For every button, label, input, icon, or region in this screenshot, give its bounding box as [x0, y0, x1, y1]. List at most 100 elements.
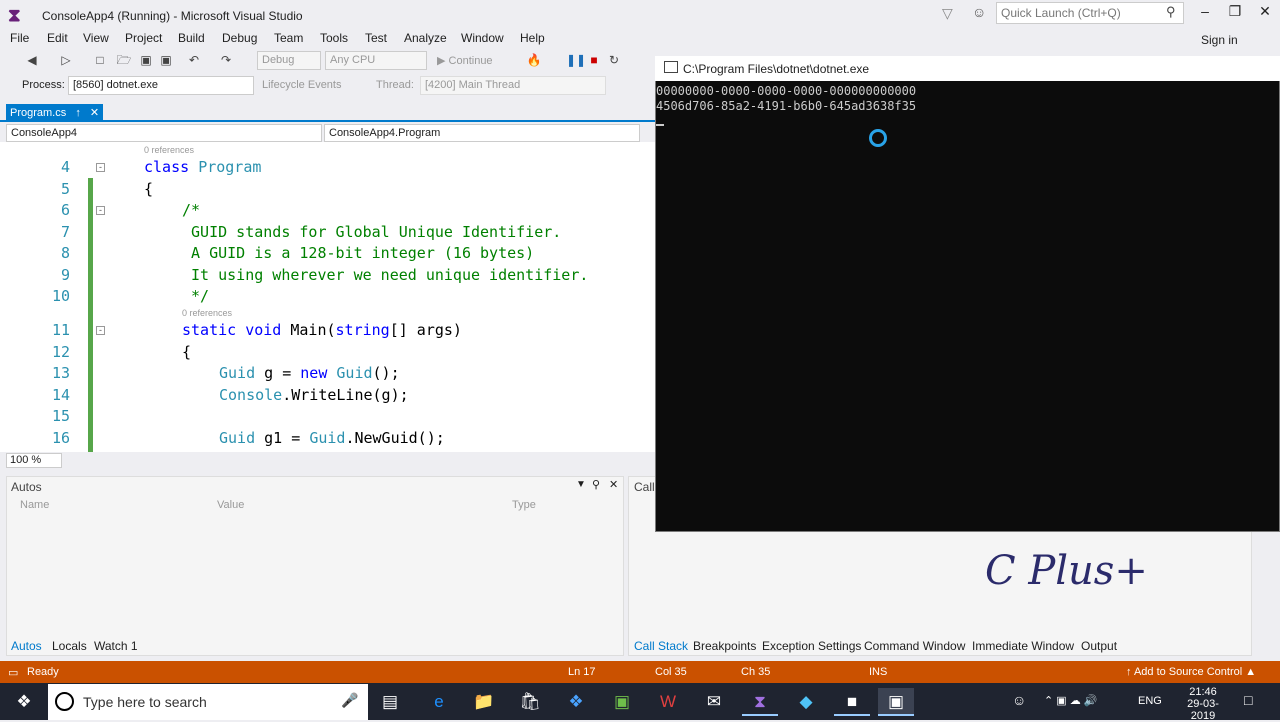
file-explorer-icon[interactable]: 📁 — [466, 688, 502, 716]
notifications-icon[interactable]: □ — [1244, 692, 1252, 708]
pin-icon[interactable]: ⚲ — [592, 478, 600, 491]
process-label: Process: — [22, 79, 65, 91]
tab-command-window[interactable]: Command Window — [864, 639, 965, 653]
windows-start-icon[interactable]: ❖ — [6, 688, 42, 716]
tab-call-stack[interactable]: Call Stack — [634, 639, 688, 653]
column-value: Value — [217, 499, 245, 511]
taskbar-search-input[interactable]: Type here to search — [83, 694, 207, 710]
tab-locals[interactable]: Locals — [52, 639, 87, 653]
people-icon[interactable]: ☺ — [1012, 692, 1026, 708]
save-icon[interactable]: ▣ — [138, 52, 154, 68]
mail-icon[interactable]: ✉ — [696, 688, 732, 716]
code-comment: /* — [182, 201, 201, 219]
line-number: 8 — [60, 244, 70, 262]
forward-icon[interactable]: ▷ — [58, 52, 74, 68]
collapse-icon[interactable]: - — [96, 206, 105, 215]
undo-icon[interactable]: ↶ — [186, 52, 202, 68]
menu-file[interactable]: File — [10, 31, 29, 45]
console-icon — [664, 61, 678, 73]
console-taskbar-icon[interactable]: ■ — [834, 688, 870, 716]
type-name: Guid — [219, 429, 256, 447]
platform-select[interactable]: Any CPU — [325, 51, 427, 70]
continue-button[interactable]: ▶ Continue — [437, 54, 493, 67]
microphone-icon[interactable]: 🎤 — [341, 692, 358, 709]
thread-select[interactable]: [4200] Main Thread — [420, 76, 606, 95]
close-tab-icon[interactable]: ✕ — [90, 107, 99, 119]
feedback-icon[interactable]: ☺ — [972, 4, 986, 20]
menu-debug[interactable]: Debug — [222, 31, 257, 45]
menu-tools[interactable]: Tools — [320, 31, 348, 45]
menu-analyze[interactable]: Analyze — [404, 31, 447, 45]
visual-studio-taskbar-icon[interactable]: ⧗ — [742, 688, 778, 716]
collapse-icon[interactable]: - — [96, 163, 105, 172]
save-all-icon[interactable]: ▣ — [158, 52, 174, 68]
language-indicator[interactable]: ENG — [1138, 695, 1162, 707]
autos-title: Autos — [11, 480, 42, 494]
tab-exception-settings[interactable]: Exception Settings — [762, 639, 861, 653]
code-text: g = — [255, 364, 301, 382]
main-references-lens[interactable]: 0 references — [182, 308, 232, 318]
tab-autos[interactable]: Autos — [11, 639, 42, 653]
back-icon[interactable]: ◀ — [24, 52, 40, 68]
tab-immediate-window[interactable]: Immediate Window — [972, 639, 1074, 653]
system-tray-icons[interactable]: ⌃ ▣ ☁ 🔊 — [1044, 694, 1097, 707]
store-icon[interactable]: 🛍 — [512, 688, 548, 716]
menu-view[interactable]: View — [83, 31, 109, 45]
clock[interactable]: 21:46 29-03-2019 — [1175, 686, 1231, 722]
menu-test[interactable]: Test — [365, 31, 387, 45]
recorder-taskbar-icon[interactable]: ▣ — [878, 688, 914, 716]
minimize-icon[interactable]: – — [1190, 3, 1220, 23]
code-editor[interactable] — [0, 142, 656, 452]
hot-reload-icon[interactable]: 🔥 — [526, 52, 542, 68]
menu-team[interactable]: Team — [274, 31, 303, 45]
stop-icon[interactable]: ■ — [586, 52, 602, 68]
busy-cursor-icon — [869, 129, 887, 147]
search-icon[interactable]: ⚲ — [1166, 4, 1176, 20]
line-number: 15 — [51, 407, 70, 425]
restore-icon[interactable]: ❐ — [1220, 3, 1250, 23]
menu-window[interactable]: Window — [461, 31, 504, 45]
tab-breakpoints[interactable]: Breakpoints — [693, 639, 756, 653]
menu-help[interactable]: Help — [520, 31, 545, 45]
blend-icon[interactable]: ◆ — [788, 688, 824, 716]
zoom-select[interactable]: 100 % — [6, 453, 62, 468]
app-icon[interactable]: ▣ — [604, 688, 640, 716]
project-navigation-dropdown[interactable]: ConsoleApp4 — [6, 124, 322, 142]
pin-icon[interactable]: ↑ — [75, 107, 81, 119]
tab-output[interactable]: Output — [1081, 639, 1117, 653]
source-control-button[interactable]: ↑ Add to Source Control ▲ — [1126, 666, 1256, 678]
sign-in-link[interactable]: Sign in — [1201, 33, 1238, 47]
quick-launch-input[interactable]: Quick Launch (Ctrl+Q) — [996, 2, 1184, 24]
collapse-icon[interactable]: - — [96, 326, 105, 335]
class-navigation-dropdown[interactable]: ConsoleApp4.Program — [324, 124, 640, 142]
tab-watch-1[interactable]: Watch 1 — [94, 639, 138, 653]
menu-project[interactable]: Project — [125, 31, 162, 45]
open-folder-icon[interactable]: 🗁 — [116, 52, 132, 68]
dropbox-icon[interactable]: ❖ — [558, 688, 594, 716]
pause-icon[interactable]: ❚❚ — [566, 52, 586, 68]
configuration-select[interactable]: Debug — [257, 51, 321, 70]
dropdown-icon[interactable]: ▼ — [576, 479, 586, 490]
tab-program-cs[interactable]: Program.cs ↑ ✕ — [6, 104, 104, 122]
notification-filter-icon[interactable]: ▽ — [942, 5, 958, 21]
lifecycle-events-dropdown[interactable]: Lifecycle Events — [262, 79, 341, 91]
close-panel-icon[interactable]: ✕ — [609, 478, 618, 491]
task-view-icon[interactable]: ▤ — [372, 688, 408, 716]
console-window[interactable] — [655, 56, 1280, 532]
wps-icon[interactable]: W — [650, 688, 686, 716]
restart-icon[interactable]: ↻ — [606, 52, 622, 68]
keyword: new — [300, 364, 328, 382]
new-project-icon[interactable]: □ — [92, 52, 108, 68]
process-select[interactable]: [8560] dotnet.exe — [68, 76, 254, 95]
code-text: [] args) — [389, 321, 462, 339]
menu-edit[interactable]: Edit — [47, 31, 68, 45]
menu-build[interactable]: Build — [178, 31, 205, 45]
redo-icon[interactable]: ↷ — [218, 52, 234, 68]
type-name: Console — [219, 386, 283, 404]
close-icon[interactable]: ✕ — [1250, 3, 1280, 23]
code-line: static void Main(string[] args) — [182, 321, 462, 339]
class-references-lens[interactable]: 0 references — [144, 145, 194, 155]
edge-icon[interactable]: e — [421, 688, 457, 716]
column-name: Name — [20, 499, 50, 511]
type-name: Guid — [336, 364, 373, 382]
